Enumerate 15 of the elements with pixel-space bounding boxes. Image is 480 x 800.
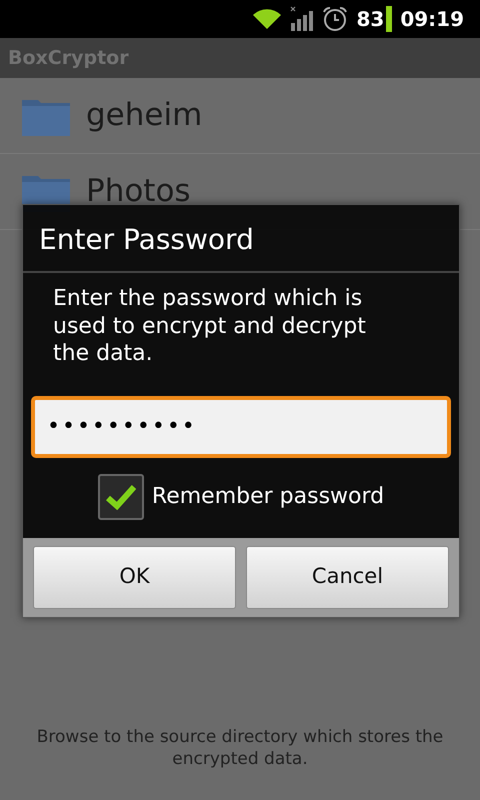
dialog-title: Enter Password <box>23 205 459 273</box>
password-field[interactable]: •••••••••• <box>31 396 451 458</box>
signal-icon <box>290 6 314 32</box>
remember-checkbox[interactable] <box>98 474 144 520</box>
battery-percent: 83 <box>356 6 384 33</box>
checkmark-icon <box>106 484 136 510</box>
battery-icon <box>386 6 392 32</box>
ok-button[interactable]: OK <box>33 546 236 608</box>
remember-label: Remember password <box>152 483 384 511</box>
cancel-button[interactable]: Cancel <box>246 546 449 608</box>
wifi-icon <box>252 7 282 31</box>
dialog-message: Enter the password which is used to encrypt and decrypt the data. <box>52 285 367 368</box>
hint-text: Browse to the source directory which stores the encrypted data. <box>36 726 444 770</box>
alarm-icon <box>322 6 348 32</box>
clock: 09:19 <box>400 6 464 33</box>
